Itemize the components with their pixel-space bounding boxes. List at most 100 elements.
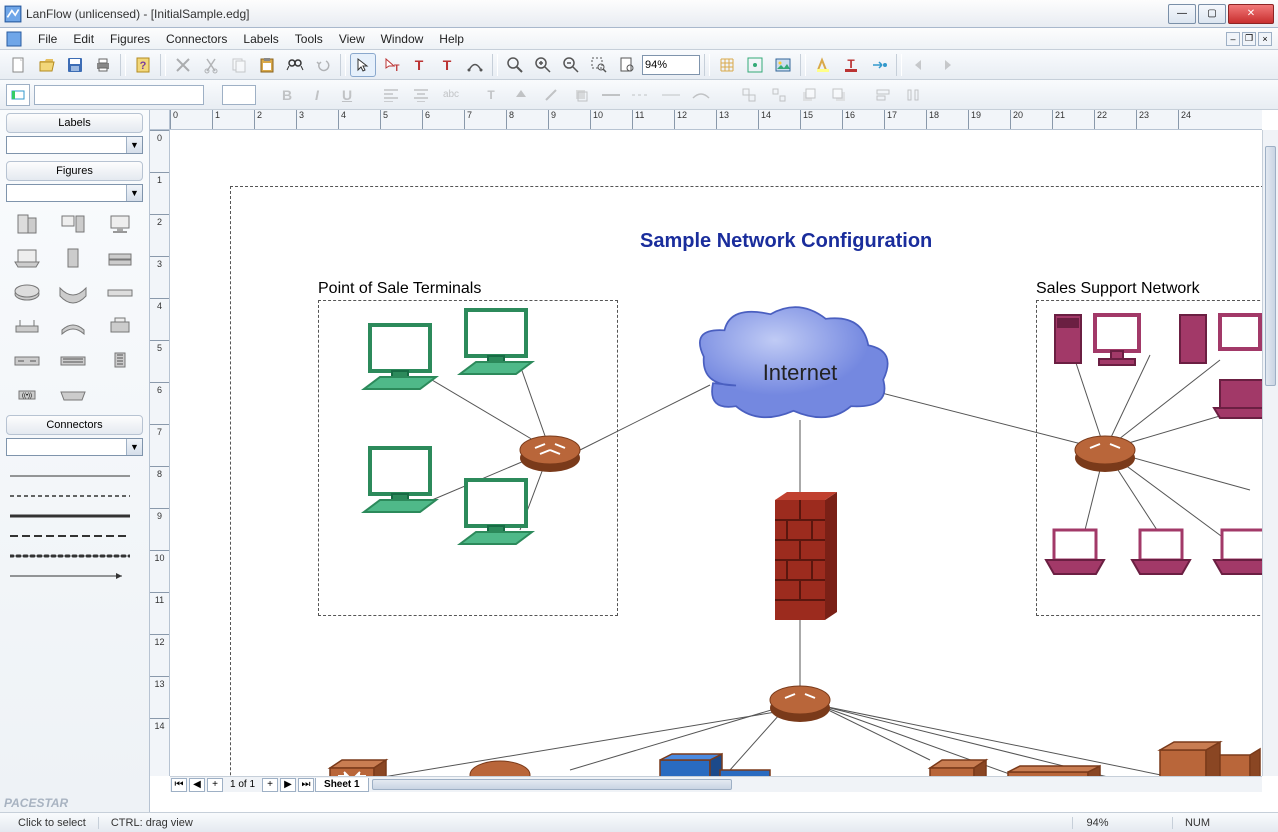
figure-server[interactable] [8,210,46,238]
labels-combo[interactable]: ▼ [6,136,143,154]
text-tool[interactable]: T [406,53,432,77]
back-button[interactable] [826,83,852,107]
flow-button[interactable] [866,53,892,77]
text-select-tool[interactable]: T [378,53,404,77]
canvas[interactable]: Sample Network Configuration Point of Sa… [170,130,1262,776]
zoom-page-button[interactable] [614,53,640,77]
align-left-button[interactable] [378,83,404,107]
scrollbar-vertical[interactable] [1262,130,1278,776]
sheet-next[interactable]: ▶ [280,778,296,792]
undo-button[interactable] [310,53,336,77]
figure-wireless[interactable] [8,312,46,340]
zoom-region-button[interactable] [586,53,612,77]
hline2-button[interactable] [628,83,654,107]
figure-monitor[interactable] [101,210,139,238]
figures-panel-header[interactable]: Figures [6,161,143,181]
connector-dotted[interactable] [10,546,139,566]
style-toggle[interactable] [6,84,30,106]
figure-laptop[interactable] [8,244,46,272]
mdi-minimize[interactable]: – [1226,32,1240,46]
menu-tools[interactable]: Tools [287,30,331,48]
underline-button[interactable]: U [334,83,360,107]
align-button[interactable] [870,83,896,107]
open-button[interactable] [34,53,60,77]
zoom-tool[interactable] [502,53,528,77]
figure-switch[interactable] [8,346,46,374]
minimize-button[interactable]: — [1168,4,1196,24]
scrollbar-horizontal[interactable] [370,776,1262,792]
font-size-combo[interactable] [222,85,256,105]
prev-button[interactable] [906,53,932,77]
line-button[interactable] [538,83,564,107]
text-color-button[interactable]: T [838,53,864,77]
sheet-first[interactable]: ⏮ [171,778,187,792]
next-button[interactable] [934,53,960,77]
close-button[interactable]: ✕ [1228,4,1274,24]
front-button[interactable] [796,83,822,107]
figure-modem[interactable] [54,312,92,340]
zoom-in-button[interactable] [530,53,556,77]
snap-button[interactable] [742,53,768,77]
save-button[interactable] [62,53,88,77]
hline1-button[interactable] [598,83,624,107]
figure-printer[interactable] [101,312,139,340]
abc-button[interactable]: abc [438,83,464,107]
distribute-button[interactable] [900,83,926,107]
figure-desktop[interactable] [54,210,92,238]
copy-button[interactable] [226,53,252,77]
text-tool-2[interactable]: T [434,53,460,77]
mdi-close[interactable]: × [1258,32,1272,46]
sheet-tab[interactable]: Sheet 1 [315,778,369,792]
figure-rack[interactable] [101,244,139,272]
italic-button[interactable]: I [304,83,330,107]
curve-button[interactable] [688,83,714,107]
font-combo[interactable] [34,85,204,105]
text-format-button[interactable]: T [478,83,504,107]
group-button[interactable] [736,83,762,107]
connectors-panel-header[interactable]: Connectors [6,415,143,435]
ungroup-button[interactable] [766,83,792,107]
connectors-combo[interactable]: ▼ [6,438,143,456]
maximize-button[interactable]: ▢ [1198,4,1226,24]
figure-blank[interactable] [101,380,139,408]
sheet-add-left[interactable]: + [207,778,223,792]
menu-file[interactable]: File [30,30,65,48]
find-button[interactable] [282,53,308,77]
align-center-button[interactable] [408,83,434,107]
figure-router[interactable] [8,278,46,306]
figure-patch[interactable] [54,346,92,374]
labels-panel-header[interactable]: Labels [6,113,143,133]
figures-combo[interactable]: ▼ [6,184,143,202]
connector-dashed[interactable] [10,486,139,506]
select-tool[interactable] [350,53,376,77]
paste-button[interactable] [254,53,280,77]
help-button[interactable]: ? [130,53,156,77]
menu-help[interactable]: Help [431,30,472,48]
menu-window[interactable]: Window [373,30,432,48]
new-button[interactable] [6,53,32,77]
mdi-restore[interactable]: ❐ [1242,32,1256,46]
menu-edit[interactable]: Edit [65,30,102,48]
sheet-prev[interactable]: ◀ [189,778,205,792]
delete-button[interactable] [170,53,196,77]
highlight-button[interactable] [810,53,836,77]
image-button[interactable] [770,53,796,77]
bold-button[interactable]: B [274,83,300,107]
connector-tool[interactable] [462,53,488,77]
sheet-add-right[interactable]: + [262,778,278,792]
connector-longdash[interactable] [10,526,139,546]
figure-keyboard[interactable] [54,380,92,408]
figure-tower[interactable] [54,244,92,272]
menu-connectors[interactable]: Connectors [158,30,235,48]
zoom-out-button[interactable] [558,53,584,77]
shadow-button[interactable] [568,83,594,107]
figure-curve[interactable] [54,278,92,306]
menu-view[interactable]: View [331,30,373,48]
figure-hub[interactable] [101,278,139,306]
grid-button[interactable] [714,53,740,77]
connector-solid[interactable] [10,466,139,486]
fill-button[interactable] [508,83,534,107]
hline3-button[interactable] [658,83,684,107]
zoom-select[interactable] [642,55,700,75]
menu-labels[interactable]: Labels [235,30,286,48]
